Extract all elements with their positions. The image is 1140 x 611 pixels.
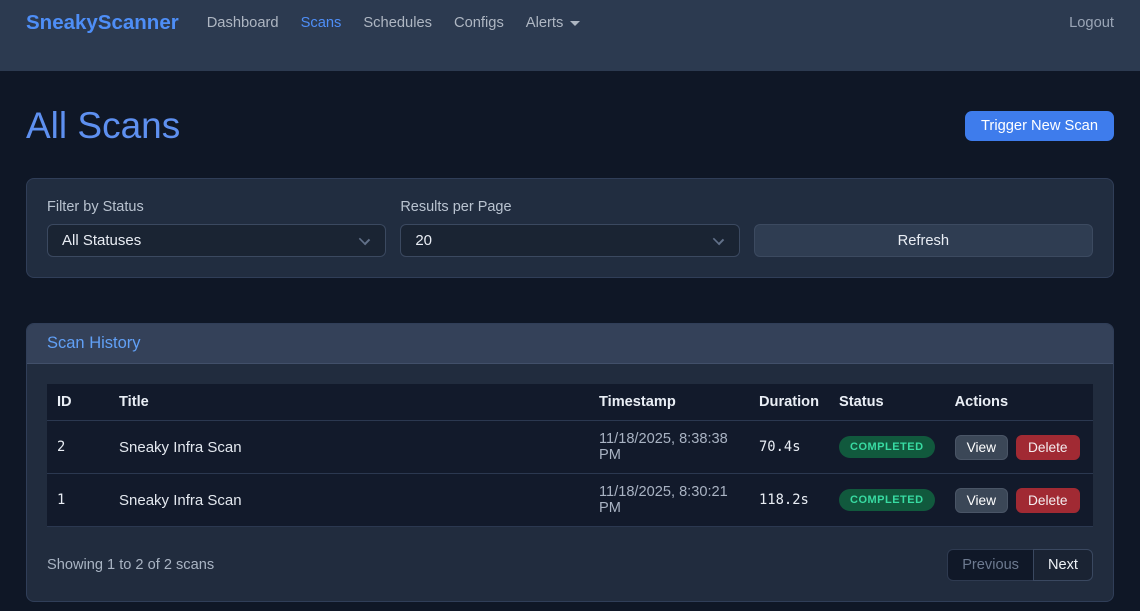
filter-perpage-column: Results per Page 20 — [400, 199, 739, 257]
scan-duration: 70.4s — [749, 421, 829, 474]
column-header-actions: Actions — [945, 384, 1093, 421]
next-page-button[interactable]: Next — [1033, 549, 1093, 581]
status-badge: COMPLETED — [839, 489, 935, 511]
results-summary: Showing 1 to 2 of 2 scans — [47, 557, 214, 573]
logout-link[interactable]: Logout — [1069, 15, 1114, 31]
column-header-timestamp: Timestamp — [589, 384, 749, 421]
filter-status-label: Filter by Status — [47, 199, 386, 215]
nav-item-configs[interactable]: Configs — [446, 11, 512, 35]
refresh-button[interactable]: Refresh — [754, 224, 1093, 257]
scan-duration: 118.2s — [749, 474, 829, 527]
filter-status-column: Filter by Status All Statuses — [47, 199, 386, 257]
page-title: All Scans — [26, 104, 180, 148]
pagination: Previous Next — [947, 549, 1093, 581]
brand-logo[interactable]: SneakyScanner — [26, 11, 179, 35]
filter-card: Filter by Status All Statuses Results pe… — [26, 178, 1114, 278]
filter-refresh-column: Refresh — [754, 199, 1093, 257]
delete-button[interactable]: Delete — [1016, 488, 1080, 513]
per-page-label: Results per Page — [400, 199, 739, 215]
scan-timestamp: 11/18/2025, 8:38:38 PM — [589, 421, 749, 474]
nav-item-alerts[interactable]: Alerts — [518, 11, 589, 35]
chevron-down-icon — [359, 234, 370, 245]
scan-timestamp: 11/18/2025, 8:30:21 PM — [589, 474, 749, 527]
chevron-down-icon — [712, 234, 723, 245]
status-filter-select[interactable]: All Statuses — [47, 224, 386, 257]
status-filter-value: All Statuses — [62, 232, 141, 249]
column-header-title: Title — [109, 384, 589, 421]
nav-item-schedules[interactable]: Schedules — [355, 11, 440, 35]
navbar: SneakyScanner Dashboard Scans Schedules … — [0, 0, 1140, 71]
table-header-row: ID Title Timestamp Duration Status Actio… — [47, 384, 1093, 421]
scan-id: 1 — [47, 474, 109, 527]
nav-item-scans[interactable]: Scans — [293, 11, 350, 35]
main-nav: Dashboard Scans Schedules Configs Alerts — [199, 11, 595, 35]
scan-title: Sneaky Infra Scan — [109, 474, 589, 527]
table-row: 1 Sneaky Infra Scan 11/18/2025, 8:30:21 … — [47, 474, 1093, 527]
scan-history-table: ID Title Timestamp Duration Status Actio… — [47, 384, 1093, 527]
table-row: 2 Sneaky Infra Scan 11/18/2025, 8:38:38 … — [47, 421, 1093, 474]
scan-history-card-body: ID Title Timestamp Duration Status Actio… — [27, 364, 1113, 601]
view-button[interactable]: View — [955, 435, 1008, 460]
column-header-status: Status — [829, 384, 945, 421]
previous-page-button[interactable]: Previous — [947, 549, 1034, 581]
navbar-row: SneakyScanner Dashboard Scans Schedules … — [26, 0, 1114, 46]
scan-id: 2 — [47, 421, 109, 474]
view-button[interactable]: View — [955, 488, 1008, 513]
column-header-id: ID — [47, 384, 109, 421]
scan-title: Sneaky Infra Scan — [109, 421, 589, 474]
caret-down-icon — [570, 21, 580, 26]
nav-item-dashboard[interactable]: Dashboard — [199, 11, 287, 35]
per-page-select[interactable]: 20 — [400, 224, 739, 257]
scan-history-card: Scan History ID Title Timestamp Duration… — [26, 323, 1114, 602]
table-footer: Showing 1 to 2 of 2 scans Previous Next — [47, 549, 1093, 581]
page-content: All Scans Trigger New Scan Filter by Sta… — [0, 71, 1140, 602]
per-page-value: 20 — [415, 232, 432, 249]
status-badge: COMPLETED — [839, 436, 935, 458]
trigger-new-scan-button[interactable]: Trigger New Scan — [965, 111, 1114, 141]
column-header-duration: Duration — [749, 384, 829, 421]
page-header: All Scans Trigger New Scan — [26, 104, 1114, 148]
delete-button[interactable]: Delete — [1016, 435, 1080, 460]
scan-history-card-title: Scan History — [27, 324, 1113, 364]
nav-item-alerts-label: Alerts — [526, 15, 564, 31]
